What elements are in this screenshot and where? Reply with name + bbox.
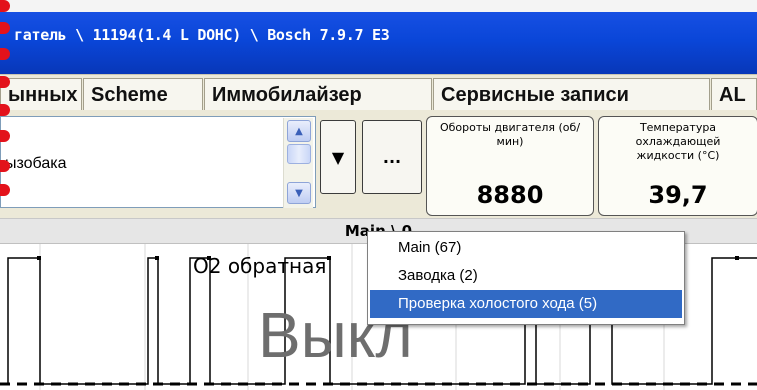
tab-immobilizer[interactable]: Иммобилайзер: [204, 78, 432, 111]
gauge-label: Температура охлаждающей жидкости (°C): [635, 121, 721, 162]
tab-scheme[interactable]: Scheme: [83, 78, 203, 111]
scroll-up-button[interactable]: ▲: [287, 120, 311, 142]
more-button[interactable]: ...: [362, 120, 422, 194]
window-title-bar: гатель \ 11194(1.4 L DOHC) \ Bosch 7.9.7…: [0, 0, 757, 74]
parameter-list-scrollbar[interactable]: ▲ ▼: [283, 118, 313, 208]
scroll-down-button[interactable]: ▼: [287, 182, 311, 204]
tab-bar: ынных Scheme Иммобилайзер Сервисные запи…: [0, 74, 757, 111]
dropdown-button[interactable]: ▼: [320, 120, 356, 194]
left-marker-strip: [0, 0, 14, 200]
menu-item-main[interactable]: Main (67): [370, 234, 682, 262]
chevron-down-icon: ▼: [331, 147, 345, 167]
parameter-list-value: ызобака: [5, 155, 67, 172]
tab-al[interactable]: AL: [711, 78, 757, 111]
signal-name: O2 обратная: [193, 254, 327, 278]
gauge-label: Обороты двигателя (об/мин): [439, 121, 581, 148]
gauge-value: 39,7: [648, 181, 708, 209]
title-bar-top-edge: [0, 0, 757, 12]
gauge-value: 8880: [476, 181, 544, 209]
menu-item-start[interactable]: Заводка (2): [370, 262, 682, 290]
tab-service-records[interactable]: Сервисные записи: [433, 78, 710, 111]
menu-item-idle-check[interactable]: Проверка холостого хода (5): [370, 290, 682, 318]
context-menu: Main (67) Заводка (2) Проверка холостого…: [367, 231, 685, 325]
gauge-coolant-temp: Температура охлаждающей жидкости (°C) 39…: [598, 116, 757, 216]
window-title: гатель \ 11194(1.4 L DOHC) \ Bosch 7.9.7…: [14, 26, 390, 44]
parameter-list[interactable]: ызобака: [0, 116, 316, 208]
gauge-engine-rpm: Обороты двигателя (об/мин) 8880: [426, 116, 594, 216]
scroll-thumb[interactable]: [287, 144, 311, 164]
controls-row: ызобака ▲ ▼ ▼ ... Обороты двигателя (об/…: [0, 110, 757, 218]
